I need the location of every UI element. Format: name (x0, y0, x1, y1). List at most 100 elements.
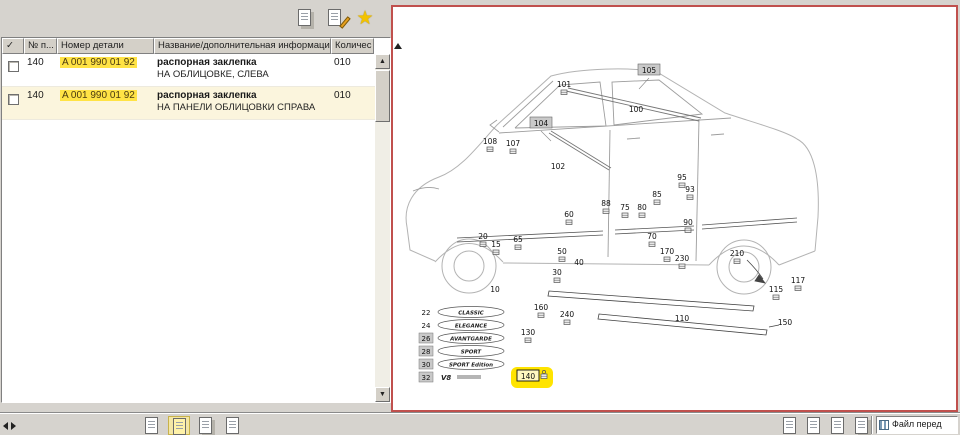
scroll-down-icon[interactable]: ▼ (375, 387, 390, 402)
svg-text:170: 170 (660, 247, 675, 256)
svg-text:40: 40 (574, 258, 584, 267)
diagram-part-170[interactable]: 170 (660, 247, 675, 262)
edit-page-glyph (328, 9, 341, 26)
clipboard-icon[interactable] (827, 416, 849, 435)
page-icon[interactable] (222, 416, 244, 435)
header-check[interactable]: ✓ (2, 38, 24, 54)
svg-text:CLASSIC: CLASSIC (458, 311, 484, 317)
diagram-part-210[interactable]: 210 (730, 249, 745, 264)
toolbar-separator (871, 416, 873, 434)
row-check-cell (2, 54, 24, 86)
diagram-part-115[interactable]: 115 (769, 285, 784, 300)
trim-row-28[interactable]: 28SPORT (419, 346, 504, 357)
diagram-part-104[interactable]: 104 (530, 117, 552, 128)
row-checkbox[interactable] (8, 94, 19, 105)
diagram-part-130[interactable]: 130 (521, 328, 536, 343)
diagram-part-15[interactable]: 15 (491, 240, 501, 255)
svg-text:60: 60 (564, 210, 574, 219)
row-part-number: A 001 990 01 92 (57, 54, 154, 86)
pages-icon[interactable] (195, 416, 217, 435)
page-glyph (199, 417, 212, 434)
diagram-part-70[interactable]: 70 (647, 232, 657, 247)
diagram-part-10[interactable]: 10 (490, 285, 500, 294)
scroll-up-marker-icon[interactable] (394, 43, 402, 49)
diagram-part-30[interactable]: 30 (552, 268, 562, 283)
svg-text:65: 65 (513, 235, 523, 244)
svg-text:85: 85 (652, 190, 662, 199)
svg-text:80: 80 (637, 203, 647, 212)
svg-text:AVANTGARDE: AVANTGARDE (449, 337, 492, 343)
table-row[interactable]: 140 A 001 990 01 92 распорная заклепка Н… (2, 54, 390, 87)
diagram-part-150[interactable]: 150 (778, 318, 793, 327)
diagram-part-75[interactable]: 75 (620, 203, 630, 218)
diagram-part-20[interactable]: 20 (478, 232, 488, 247)
header-quantity[interactable]: Количес (331, 38, 374, 54)
diagram-part-108[interactable]: 108 (483, 137, 498, 152)
h-scroll-right-icon[interactable] (11, 422, 16, 430)
diagram-part-117[interactable]: 117 (791, 276, 806, 291)
diagram-part-60[interactable]: 60 (564, 210, 574, 225)
svg-text:110: 110 (675, 314, 690, 323)
svg-text:24: 24 (422, 322, 431, 330)
svg-text:15: 15 (491, 240, 501, 249)
diagram-part-100[interactable]: 100 (629, 105, 644, 114)
diagram-part-102[interactable]: 102 (551, 162, 566, 171)
table-row[interactable]: 140 A 001 990 01 92 распорная заклепка Н… (2, 87, 390, 120)
row-checkbox[interactable] (8, 61, 19, 72)
page-glyph (226, 417, 239, 434)
preview-page-icon[interactable] (779, 416, 801, 435)
svg-text:102: 102 (551, 162, 566, 171)
page-glyph (831, 417, 844, 434)
h-scroll-left-icon[interactable] (3, 422, 8, 430)
diagram-part-50[interactable]: 50 (557, 247, 567, 262)
scroll-up-icon[interactable]: ▲ (375, 54, 390, 69)
trim-row-30[interactable]: 30SPORT Edition (419, 359, 504, 370)
diagram-part-101[interactable]: 101 (557, 80, 572, 95)
svg-text:150: 150 (778, 318, 793, 327)
diagram-part-85[interactable]: 85 (652, 190, 662, 205)
diagram-part-40[interactable]: 40 (574, 258, 584, 267)
diagram-part-107[interactable]: 107 (506, 139, 521, 154)
active-page-icon[interactable] (168, 416, 190, 435)
trim-row-26[interactable]: 26AVANTGARDE (419, 333, 504, 344)
header-part-number[interactable]: Номер детали (57, 38, 154, 54)
svg-text:117: 117 (791, 276, 806, 285)
diagram-part-140[interactable]: 140 (511, 367, 553, 388)
svg-text:50: 50 (557, 247, 567, 256)
svg-text:100: 100 (629, 105, 644, 114)
diagram-part-230[interactable]: 230 (675, 254, 690, 269)
trim-row-24[interactable]: 24ELEGANCE (422, 320, 504, 331)
scrollbar-thumb[interactable] (375, 70, 390, 122)
file-transfer-field[interactable]: Файл перед (876, 416, 958, 434)
page-glyph (807, 417, 820, 434)
diagram-part-88[interactable]: 88 (601, 199, 611, 214)
part-number-highlight: A 001 990 01 92 (60, 57, 137, 68)
svg-text:20: 20 (478, 232, 488, 241)
diagram-part-160[interactable]: 160 (534, 303, 549, 318)
svg-text:105: 105 (642, 66, 657, 75)
trim-row-22[interactable]: 22CLASSIC (422, 307, 504, 318)
new-page-icon[interactable] (803, 416, 825, 435)
diagram-part-65[interactable]: 65 (513, 235, 523, 250)
svg-text:SPORT Edition: SPORT Edition (449, 363, 493, 369)
diagram-part-240[interactable]: 240 (560, 310, 575, 325)
diagram-part-93[interactable]: 93 (685, 185, 695, 200)
part-name: распорная заклепка (157, 90, 329, 102)
header-name[interactable]: Название/дополнительная информация (154, 38, 331, 54)
report-icon[interactable] (292, 6, 318, 31)
trim-row-32[interactable]: 32V8 (419, 372, 481, 382)
row-name-cell: распорная заклепка НА ПАНЕЛИ ОБЛИЦОВКИ С… (154, 87, 331, 119)
table-scrollbar[interactable]: ▲ ▼ (375, 54, 390, 402)
edit-note-icon[interactable] (322, 6, 348, 31)
diagram-part-80[interactable]: 80 (637, 203, 647, 218)
favorites-star-icon[interactable]: ★ (352, 6, 378, 31)
pencil-glyph (339, 16, 350, 29)
status-toolbar: Файл перед (0, 413, 960, 435)
eraser-icon[interactable] (851, 416, 873, 435)
copy-page-icon[interactable] (141, 416, 163, 435)
diagram-part-105[interactable]: 105 (638, 64, 660, 75)
svg-text:240: 240 (560, 310, 575, 319)
parts-list-panel: ★ ✓ № п... Номер детали Название/дополни… (1, 1, 391, 412)
header-number[interactable]: № п... (24, 38, 57, 54)
diagram-part-110[interactable]: 110 (675, 314, 690, 323)
